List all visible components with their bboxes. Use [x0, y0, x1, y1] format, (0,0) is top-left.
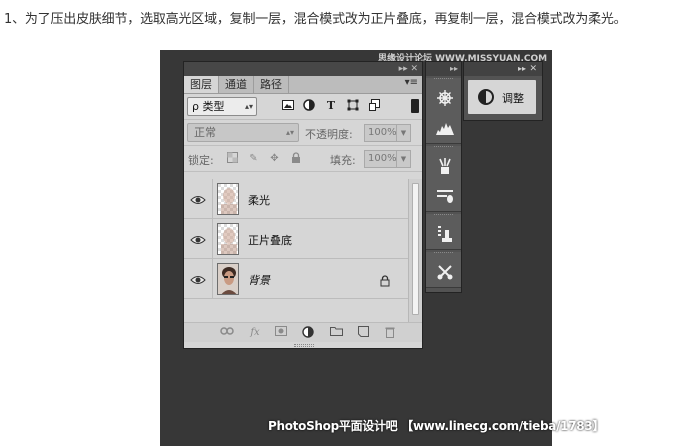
adjustments-title-strip[interactable]: ▸▸ ✕ [464, 62, 542, 76]
divider [212, 179, 213, 219]
dock-group-brushes [426, 146, 461, 212]
divider [212, 259, 213, 299]
navigator-wheel-icon[interactable] [426, 83, 463, 113]
watermark-bottom: PhotoShop平面设计吧 【www.linecg.com/tieba/178… [268, 419, 605, 433]
layer-row[interactable]: 背景 [184, 259, 422, 299]
panel-strip-controls[interactable]: ▸▸ ✕ [399, 62, 418, 76]
opacity-field[interactable]: 100% [364, 124, 397, 142]
adjustment-layer-icon[interactable] [301, 326, 315, 340]
dock-group-clone [426, 214, 461, 250]
lock-image-brush-icon[interactable]: ✎ [247, 152, 260, 165]
hamburger-menu-icon[interactable]: ▾≡ [405, 77, 418, 88]
panel-title-strip[interactable]: ▸▸ ✕ [184, 62, 422, 76]
opacity-dropdown-arrow-icon[interactable]: ▼ [397, 124, 411, 142]
shape-filter-icon[interactable] [346, 99, 360, 113]
layer-name[interactable]: 背景 [248, 272, 270, 288]
panel-tab-bar: 图层 通道 路径 ▾≡ [184, 76, 422, 94]
tab-paths[interactable]: 路径 [254, 76, 289, 93]
collapse-arrows-icon[interactable]: ▸▸ [518, 62, 526, 76]
layers-panel: ▸▸ ✕ 图层 通道 路径 ▾≡ ρ 类型 ▴▾ T 正常 ▴▾ 不透明度: 1… [183, 61, 423, 349]
lock-label: 锁定: [188, 154, 214, 167]
lock-all-icon[interactable] [289, 152, 302, 165]
adjustment-filter-icon[interactable] [302, 99, 316, 113]
eye-visibility-icon[interactable] [190, 192, 206, 206]
lock-row: 锁定: ✎ ✥ 填充: 100% ▼ [184, 146, 422, 172]
blend-mode-value: 正常 [194, 126, 216, 139]
adjustments-button[interactable]: 调整 [468, 80, 536, 114]
tab-channels[interactable]: 通道 [219, 76, 254, 93]
adjustments-panel: ▸▸ ✕ 调整 [463, 61, 543, 121]
lock-icon [380, 272, 392, 287]
layers-list: 柔光 正片叠底 背景 [184, 179, 422, 323]
brushes-icon[interactable] [426, 151, 463, 181]
filter-row: ρ 类型 ▴▾ T [184, 94, 422, 120]
layer-name[interactable]: 正片叠底 [248, 232, 292, 248]
link-icon[interactable] [220, 326, 234, 340]
layer-row[interactable]: 柔光 [184, 179, 422, 219]
layers-bottom-bar: fx [184, 322, 422, 342]
fill-label: 填充: [330, 154, 356, 167]
chevron-updown-icon: ▴▾ [285, 128, 294, 137]
fill-field[interactable]: 100% [364, 150, 397, 168]
dock-group-tools [426, 252, 461, 288]
blend-mode-select[interactable]: 正常 ▴▾ [187, 123, 299, 142]
filter-toggle-switch[interactable] [411, 99, 419, 113]
histogram-icon[interactable] [426, 113, 463, 143]
tab-layers[interactable]: 图层 [184, 76, 219, 93]
layer-thumbnail [217, 263, 239, 295]
tool-presets-icon[interactable] [426, 257, 463, 287]
eye-visibility-icon[interactable] [190, 272, 206, 286]
clone-source-icon[interactable] [426, 219, 463, 249]
layer-name[interactable]: 柔光 [248, 192, 270, 208]
close-icon[interactable]: ✕ [529, 62, 537, 76]
adjustments-label: 调整 [502, 92, 524, 105]
trash-icon[interactable] [383, 326, 397, 340]
filter-type-select[interactable]: ρ 类型 ▴▾ [187, 97, 257, 116]
panel-resize-grip[interactable] [294, 344, 314, 347]
mask-icon[interactable] [274, 326, 288, 340]
fx-icon[interactable]: fx [248, 326, 262, 340]
layers-scrollbar[interactable] [408, 179, 422, 323]
divider [212, 219, 213, 259]
blend-row: 正常 ▴▾ 不透明度: 100% ▼ [184, 120, 422, 146]
fill-dropdown-arrow-icon[interactable]: ▼ [397, 150, 411, 168]
dock-group-navigator [426, 78, 461, 144]
layer-thumbnail [217, 223, 239, 255]
layer-row[interactable]: 正片叠底 [184, 219, 422, 259]
opacity-label: 不透明度: [305, 128, 353, 141]
chevron-updown-icon: ▴▾ [244, 102, 253, 111]
dock-strip-controls[interactable]: ▸▸ [426, 62, 461, 76]
new-layer-icon[interactable] [356, 326, 370, 340]
eye-visibility-icon[interactable] [190, 232, 206, 246]
type-filter-icon[interactable]: T [324, 99, 338, 113]
brush-presets-icon[interactable] [426, 181, 463, 211]
lock-position-move-icon[interactable]: ✥ [268, 152, 281, 165]
image-filter-icon[interactable] [281, 99, 295, 113]
adjustments-circle-icon [478, 89, 494, 105]
smart-object-filter-icon[interactable] [368, 99, 382, 113]
instruction-text: 1、为了压出皮肤细节，选取高光区域，复制一层，混合模式改为正片叠底，再复制一层，… [4, 12, 627, 27]
scrollbar-thumb[interactable] [412, 183, 419, 315]
filter-type-label: ρ 类型 [192, 100, 225, 113]
lock-transparent-icon[interactable] [226, 152, 239, 165]
layer-thumbnail [217, 183, 239, 215]
folder-icon[interactable] [329, 326, 343, 340]
side-dock: ▸▸ [425, 61, 462, 293]
